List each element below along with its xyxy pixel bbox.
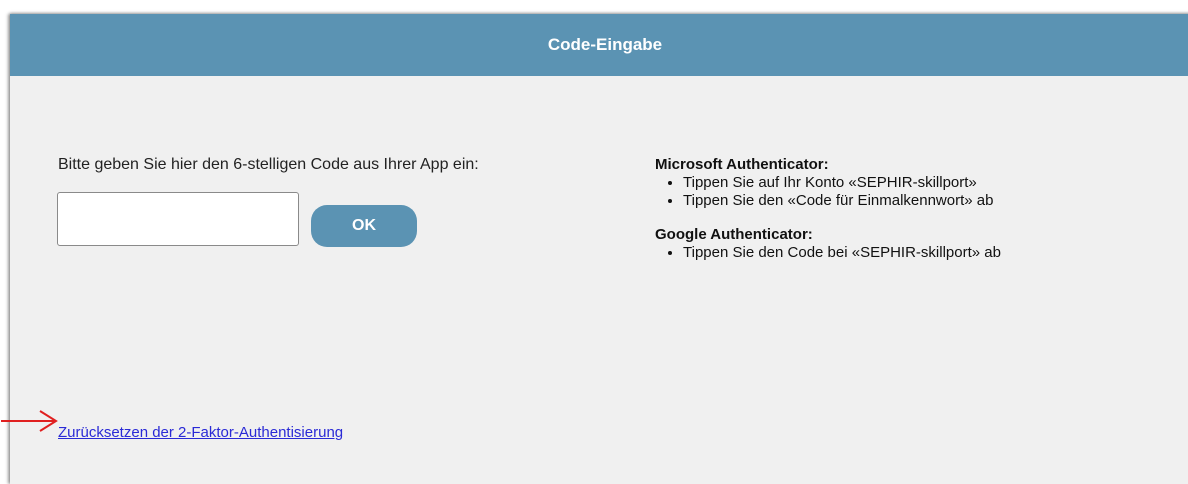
dialog-title: Code-Eingabe <box>547 35 663 54</box>
code-input[interactable] <box>57 192 299 246</box>
reset-2fa-link[interactable]: Zurücksetzen der 2-Faktor-Authentisierun… <box>58 424 343 441</box>
red-arrow-icon <box>1 410 58 432</box>
code-entry-dialog: Code-Eingabe Bitte geben Sie hier den 6-… <box>10 14 1188 484</box>
help-item: Tippen Sie den «Code für Einmalkennwort»… <box>683 192 1001 210</box>
help-item: Tippen Sie auf Ihr Konto «SEPHIR-skillpo… <box>683 174 1001 192</box>
ok-button[interactable]: OK <box>311 205 417 247</box>
help-heading-microsoft: Microsoft Authenticator: <box>655 156 829 173</box>
help-list-microsoft: Tippen Sie auf Ihr Konto «SEPHIR-skillpo… <box>655 174 1001 210</box>
code-instruction: Bitte geben Sie hier den 6-stelligen Cod… <box>58 156 479 173</box>
help-item: Tippen Sie den Code bei «SEPHIR-skillpor… <box>683 244 1001 262</box>
authenticator-help: Microsoft Authenticator: Tippen Sie auf … <box>655 156 1001 278</box>
dialog-header: Code-Eingabe <box>10 14 1188 76</box>
help-list-google: Tippen Sie den Code bei «SEPHIR-skillpor… <box>655 244 1001 262</box>
help-heading-google: Google Authenticator: <box>655 226 813 243</box>
